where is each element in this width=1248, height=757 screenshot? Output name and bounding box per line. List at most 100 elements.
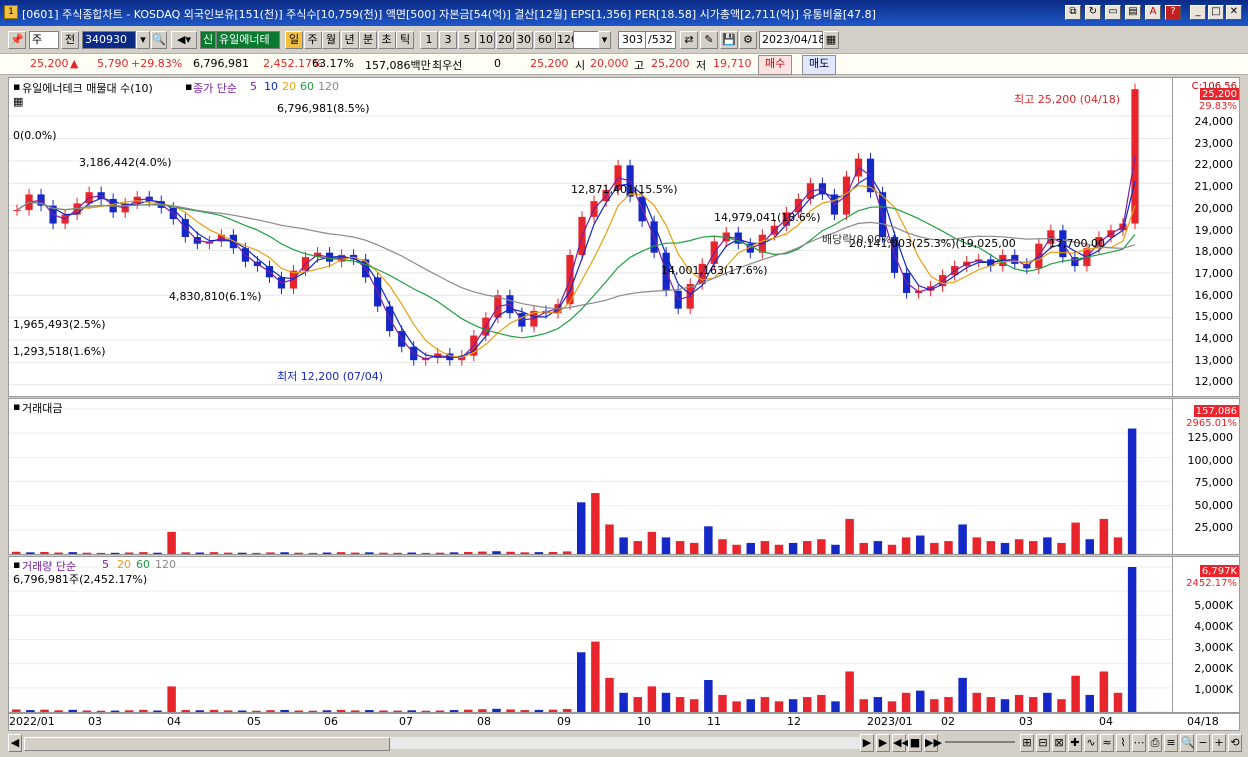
amount-bar [365, 552, 374, 554]
period-button[interactable]: 월 [322, 31, 340, 49]
minimize-button[interactable]: _ [1190, 5, 1206, 20]
help-icon[interactable]: ? [1165, 5, 1181, 20]
wave-icon[interactable]: ∿ [1084, 734, 1098, 752]
amount-bar [958, 524, 967, 554]
price-axis[interactable]: C:106.56 25,200 29.83% 24,000 23,000 22,00… [1173, 77, 1240, 397]
volume-bar [167, 686, 176, 712]
save-icon[interactable]: 💾 [720, 31, 738, 49]
search-icon[interactable]: 🔍 [151, 31, 167, 49]
window-title: [0601] 주식종합차트 - KOSDAQ 외국인보유[151(천)] 주식수… [22, 8, 876, 21]
band-label: 14,001,163(17.6%) [661, 264, 768, 277]
period-button[interactable]: 틱 [396, 31, 414, 49]
period-button[interactable]: 분 [359, 31, 377, 49]
volume-bar [478, 709, 487, 712]
volume-chart[interactable] [9, 557, 1172, 712]
wave2-icon[interactable]: ≈ [1100, 734, 1114, 752]
speaker-icon[interactable]: ◀▾ [171, 31, 197, 49]
volume-bar [788, 699, 798, 712]
forward-icon[interactable]: ▶▶ [924, 734, 942, 752]
band-label: 1,293,518(1.6%) [13, 345, 106, 358]
prev-button[interactable]: 전 [61, 31, 79, 49]
calendar-icon[interactable]: ▦ [823, 31, 839, 49]
amount-bar [280, 552, 289, 554]
scroll-left-icon[interactable]: ◀ [8, 734, 22, 752]
band-label: 3,186,442(4.0%) [79, 156, 172, 169]
scrollbar-track[interactable] [390, 737, 860, 749]
period-button[interactable]: 년 [340, 31, 359, 49]
volume-bar [548, 709, 558, 712]
sell-button[interactable]: 매도 [802, 55, 837, 75]
amount-bar [1000, 542, 1010, 554]
amount-panel[interactable]: ▪ 거래대금 [8, 398, 1173, 555]
close-button[interactable]: ✕ [1226, 5, 1242, 20]
interval-button[interactable]: 30 [515, 31, 533, 49]
volume-bar [280, 709, 289, 712]
stock-name[interactable]: 유일에너테 [216, 31, 280, 49]
volume-bar [322, 710, 332, 712]
play-icon[interactable]: ▶ [876, 734, 890, 752]
price-panel[interactable]: ▪ 유일에너테크 매물대 수(10) ▪ 종가 단순 5 10 20 60 12… [8, 77, 1173, 397]
scrollbar-thumb[interactable] [24, 737, 390, 751]
stop-icon[interactable]: ■ [908, 734, 922, 752]
count-input[interactable]: 303 [618, 31, 646, 49]
cross-icon[interactable]: ✚ [1068, 734, 1082, 752]
print-icon[interactable]: ⎙ [1148, 734, 1162, 752]
zoom-icon[interactable]: 🔍 [1180, 734, 1195, 752]
minus-icon[interactable]: − [1196, 734, 1210, 752]
amount-bar [873, 541, 883, 554]
interval-button[interactable]: 3 [439, 31, 457, 49]
interval-button[interactable]: 10 [477, 31, 495, 49]
interval-button[interactable]: 1 [420, 31, 438, 49]
link-icon[interactable]: ⧉ [1065, 5, 1081, 20]
volume-axis[interactable]: 6,797K 2452.17% 5,000K 4,000K 3,000K 2,000K… [1173, 556, 1240, 713]
buy-button[interactable]: 매수 [758, 55, 793, 75]
tools-icon[interactable]: ✎ [700, 31, 718, 49]
reset-icon[interactable]: ⟲ [1228, 734, 1242, 752]
layout-icon[interactable]: ⊞ [1020, 734, 1034, 752]
amount-bar [492, 551, 501, 554]
maximize-button[interactable]: □ [1208, 5, 1224, 20]
amount-axis[interactable]: 157,086 2965.01% 125,000 100,000 75,000 50,… [1173, 398, 1240, 555]
scroll-right-icon[interactable]: ▶ [860, 734, 874, 752]
chart-icon[interactable]: ▤ [1125, 5, 1141, 20]
pin-icon[interactable]: 📌 [8, 31, 26, 49]
volume-bar [845, 671, 854, 712]
period-button[interactable]: 일 [285, 31, 303, 49]
interval-button[interactable]: 60 [534, 31, 556, 49]
ma20-label: 20 [282, 80, 296, 93]
volume-bar [365, 710, 374, 712]
market-select[interactable]: 주 [29, 31, 59, 49]
wave3-icon[interactable]: ⌇ [1116, 734, 1130, 752]
interval-button[interactable]: 20 [496, 31, 514, 49]
window-icon[interactable]: ▭ [1105, 5, 1121, 20]
refresh-icon[interactable]: ↻ [1085, 5, 1101, 20]
wave4-icon[interactable]: ⋯ [1132, 734, 1146, 752]
settings-icon[interactable]: ⚙ [739, 31, 757, 49]
arrows-icon[interactable]: ⇄ [680, 31, 698, 49]
y-tick: 12,000 [1194, 375, 1234, 389]
amount-bar [901, 537, 911, 554]
volume-bar [336, 709, 346, 712]
interval-dropdown-icon[interactable]: ▾ [598, 31, 611, 49]
layout3-icon[interactable]: ⊠ [1052, 734, 1066, 752]
code-input[interactable]: 340930 [82, 31, 136, 49]
period-button[interactable]: 초 [377, 31, 396, 49]
period-button[interactable]: 주 [303, 31, 322, 49]
volume-panel[interactable]: ▪ 거래량 단순 5 20 60 120 6,796,981주(2,452.17… [8, 556, 1173, 713]
code-dropdown-icon[interactable]: ▾ [136, 31, 150, 49]
layout2-icon[interactable]: ⊟ [1036, 734, 1050, 752]
amount-chart[interactable] [9, 399, 1172, 554]
volume-bar [916, 690, 925, 712]
date-input[interactable]: 2023/04/18 [759, 31, 825, 49]
rewind-icon[interactable]: ◀◀ [892, 734, 910, 752]
amount-bar [1071, 522, 1080, 554]
font-icon[interactable]: A [1145, 5, 1161, 20]
plus-icon[interactable]: + [1212, 734, 1226, 752]
app-icon[interactable]: 1 [4, 5, 18, 19]
list-icon[interactable]: ≡ [1164, 734, 1178, 752]
interval-button[interactable]: 5 [458, 31, 476, 49]
speed-slider[interactable] [945, 741, 1015, 743]
grid-icon[interactable]: ▦ [13, 95, 23, 108]
volume-bar [351, 710, 360, 712]
amount-bar [845, 518, 854, 554]
